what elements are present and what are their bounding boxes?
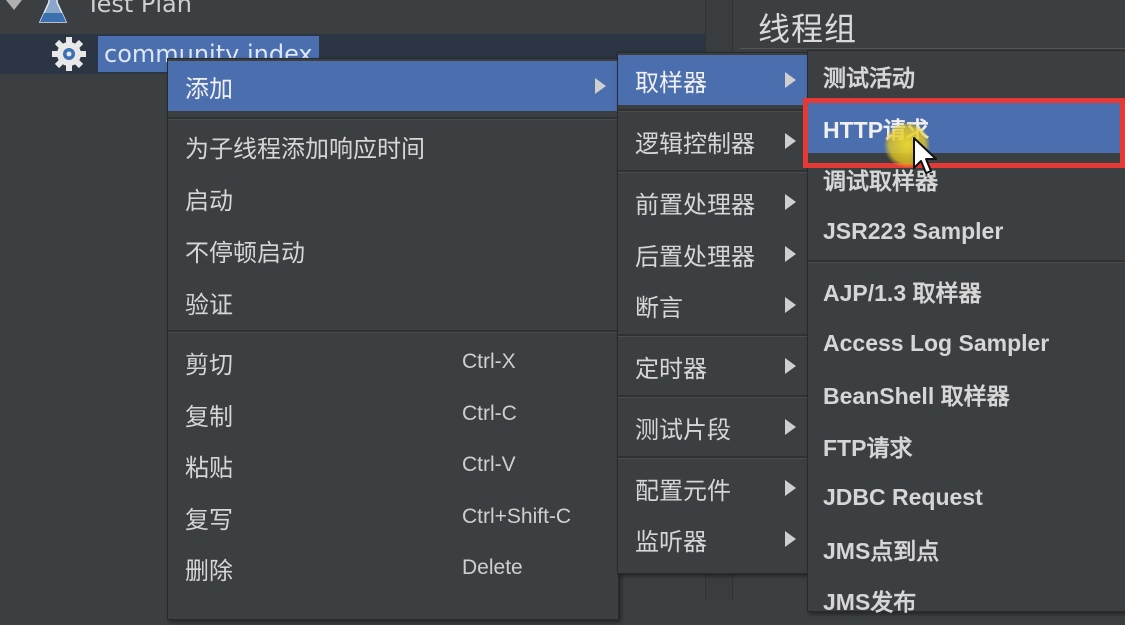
menu-item-access-log-sampler[interactable]: Access Log Sampler (808, 318, 1125, 368)
menu-item-label: 不停顿启动 (185, 238, 305, 267)
shortcut-label: Ctrl+Shift-C (462, 505, 572, 528)
menu-item-cut[interactable]: 剪切 Ctrl-X (168, 337, 618, 387)
menu-item-label: 逻辑控制器 (635, 129, 755, 158)
menu-item-pre-processor[interactable]: 前置处理器 (618, 177, 808, 227)
submenu-arrow-icon (785, 133, 796, 149)
menu-item-paste[interactable]: 粘贴 Ctrl-V (168, 440, 618, 490)
test-plan-flask-icon (38, 0, 68, 23)
menu-item-label: 配置元件 (635, 476, 731, 505)
menu-item-label: Access Log Sampler (823, 329, 1050, 356)
submenu-arrow-icon (595, 78, 606, 94)
menu-item-label: JSR223 Sampler (823, 217, 1004, 244)
menu-item-copy[interactable]: 复制 Ctrl-C (168, 389, 618, 439)
menu-item-ftp-request[interactable]: FTP请求 (808, 421, 1125, 471)
submenu-arrow-icon (785, 297, 796, 313)
menu-item-label: 定时器 (635, 354, 707, 383)
shortcut-label: Ctrl-C (462, 402, 517, 425)
menu-item-add[interactable]: 添加 (168, 61, 618, 111)
menu-item-label: 为子线程添加响应时间 (185, 134, 425, 163)
add-submenu: 取样器 逻辑控制器 前置处理器 后置处理器 断言 定时器 测试片段 配置元件 监… (617, 52, 809, 574)
menu-item-start[interactable]: 启动 (168, 173, 618, 223)
test-plan-label: Test Plan (86, 0, 192, 18)
menu-separator (168, 330, 618, 333)
menu-item-sampler[interactable]: 取样器 (618, 55, 808, 105)
menu-item-label: 断言 (635, 293, 683, 322)
menu-item-label: FTP请求 (823, 435, 913, 461)
menu-item-test-action[interactable]: 测试活动 (808, 51, 1125, 101)
menu-item-start-no-pauses[interactable]: 不停顿启动 (168, 225, 618, 275)
menu-item-add-response-time[interactable]: 为子线程添加响应时间 (168, 121, 618, 171)
menu-item-label: 取样器 (635, 68, 707, 97)
menu-item-ajp-sampler[interactable]: AJP/1.3 取样器 (808, 266, 1125, 316)
submenu-arrow-icon (785, 358, 796, 374)
menu-item-post-processor[interactable]: 后置处理器 (618, 229, 808, 279)
menu-item-logic-controller[interactable]: 逻辑控制器 (618, 116, 808, 166)
menu-item-jms-point-to-point[interactable]: JMS点到点 (808, 524, 1125, 574)
menu-separator (808, 260, 1125, 263)
submenu-arrow-icon (785, 480, 796, 496)
menu-item-label: JDBC Request (823, 483, 983, 510)
menu-item-label: 添加 (185, 74, 233, 103)
submenu-arrow-icon (785, 72, 796, 88)
submenu-arrow-icon (785, 194, 796, 210)
menu-item-label: AJP/1.3 取样器 (823, 280, 982, 306)
menu-item-listener[interactable]: 监听器 (618, 514, 808, 564)
title-divider (740, 48, 1125, 49)
menu-item-jms-publisher[interactable]: JMS发布 (808, 575, 1125, 625)
shortcut-label: Delete (462, 556, 523, 579)
menu-item-label: 前置处理器 (635, 190, 755, 219)
menu-item-label: 剪切 (185, 350, 233, 379)
menu-separator (618, 109, 808, 112)
menu-item-label: 测试片段 (635, 415, 731, 444)
menu-item-label: JMS点到点 (823, 538, 940, 564)
page-title: 线程组 (758, 10, 858, 48)
menu-separator (618, 456, 808, 459)
menu-item-config-element[interactable]: 配置元件 (618, 463, 808, 513)
menu-item-jdbc-request[interactable]: JDBC Request (808, 472, 1125, 522)
menu-separator (618, 334, 808, 337)
menu-separator (618, 395, 808, 398)
menu-item-label: 复写 (185, 505, 233, 534)
menu-item-label: 启动 (185, 186, 233, 215)
menu-item-label: 监听器 (635, 527, 707, 556)
menu-item-label: 验证 (185, 290, 233, 319)
menu-item-label: 粘贴 (185, 453, 233, 482)
menu-item-label: 后置处理器 (635, 242, 755, 271)
menu-item-jsr223-sampler[interactable]: JSR223 Sampler (808, 206, 1125, 256)
menu-item-label: 复制 (185, 402, 233, 431)
menu-item-label: BeanShell 取样器 (823, 383, 1010, 409)
menu-separator (168, 117, 618, 120)
expand-arrow-icon[interactable] (6, 0, 22, 10)
submenu-arrow-icon (785, 419, 796, 435)
submenu-arrow-icon (785, 246, 796, 262)
menu-separator (618, 170, 808, 173)
gear-icon (52, 37, 86, 71)
menu-item-beanshell-sampler[interactable]: BeanShell 取样器 (808, 369, 1125, 419)
menu-item-label: 测试活动 (823, 65, 915, 91)
menu-item-delete[interactable]: 删除 Delete (168, 543, 618, 593)
mouse-pointer-icon (913, 137, 937, 174)
menu-item-validate[interactable]: 验证 (168, 277, 618, 327)
shortcut-label: Ctrl-V (462, 453, 516, 476)
menu-item-test-fragment[interactable]: 测试片段 (618, 402, 808, 452)
menu-item-label: 删除 (185, 556, 233, 585)
menu-item-duplicate[interactable]: 复写 Ctrl+Shift-C (168, 492, 618, 542)
submenu-arrow-icon (785, 531, 796, 547)
context-menu: 添加 为子线程添加响应时间 启动 不停顿启动 验证 剪切 Ctrl-X 复制 C… (167, 58, 619, 620)
menu-item-assertion[interactable]: 断言 (618, 280, 808, 330)
menu-item-label: JMS发布 (823, 589, 917, 615)
shortcut-label: Ctrl-X (462, 350, 516, 373)
menu-item-timer[interactable]: 定时器 (618, 341, 808, 391)
annotation-highlight-box (803, 98, 1125, 168)
